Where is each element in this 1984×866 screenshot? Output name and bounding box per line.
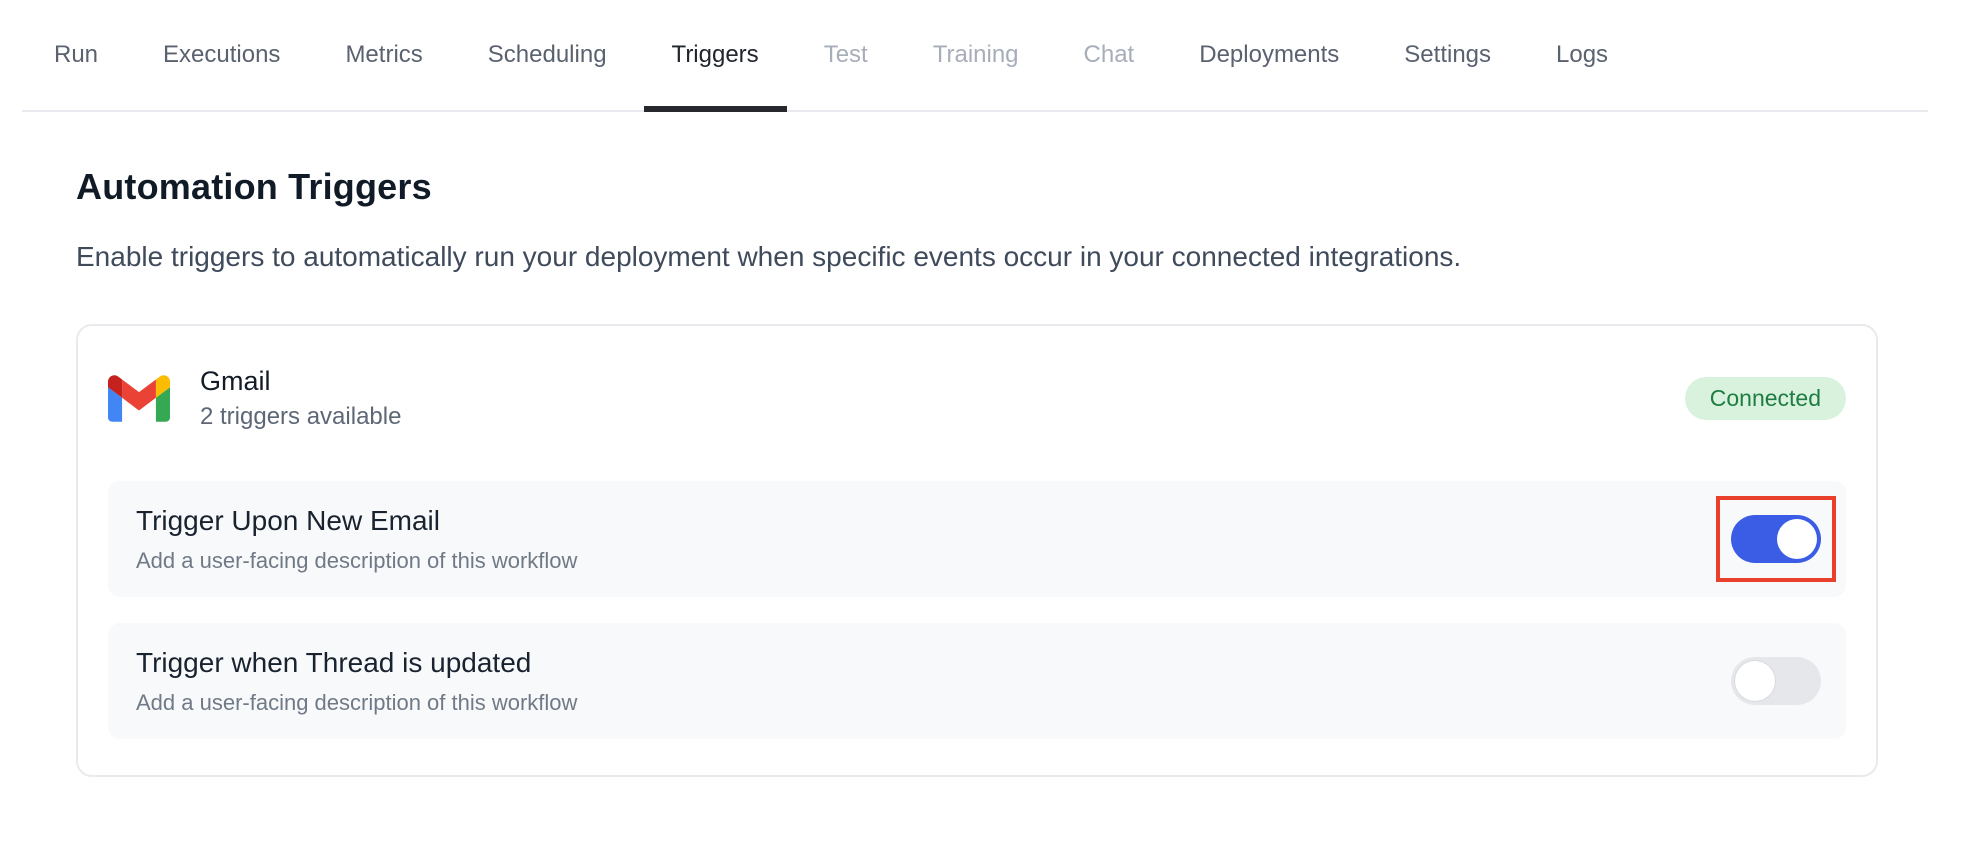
trigger-row: Trigger when Thread is updated Add a use… [108,623,1846,739]
tab-chat[interactable]: Chat [1084,0,1135,110]
integration-card-header: Gmail 2 triggers available Connected [108,366,1846,431]
trigger-texts: Trigger Upon New Email Add a user-facing… [136,503,577,575]
triggers-page: Automation Triggers Enable triggers to a… [0,166,1984,777]
tab-label: Logs [1556,41,1608,69]
gmail-icon [108,375,170,422]
tab-label: Test [824,41,868,69]
tab-label: Run [54,41,98,69]
trigger-list: Trigger Upon New Email Add a user-facing… [108,481,1846,739]
tab-triggers[interactable]: Triggers [672,0,759,110]
tab-metrics[interactable]: Metrics [345,0,422,110]
trigger-texts: Trigger when Thread is updated Add a use… [136,645,577,717]
tab-label: Scheduling [488,41,607,69]
annotation-highlight-box [1716,496,1836,582]
tab-label: Executions [163,41,280,69]
tab-logs[interactable]: Logs [1556,0,1608,110]
tab-settings[interactable]: Settings [1404,0,1491,110]
tab-label: Metrics [345,41,422,69]
trigger-title: Trigger Upon New Email [136,503,577,539]
toggle-knob [1777,519,1817,559]
page-description: Enable triggers to automatically run you… [76,241,1878,273]
integration-name: Gmail [200,366,401,397]
trigger-title: Trigger when Thread is updated [136,645,577,681]
trigger-description: Add a user-facing description of this wo… [136,689,577,717]
page-title: Automation Triggers [76,166,1878,208]
tab-label: Deployments [1199,41,1339,69]
tab-label: Settings [1404,41,1491,69]
toggle-switch[interactable] [1731,657,1821,705]
tab-executions[interactable]: Executions [163,0,280,110]
tab-scheduling[interactable]: Scheduling [488,0,607,110]
tab-run[interactable]: Run [54,0,98,110]
trigger-row: Trigger Upon New Email Add a user-facing… [108,481,1846,597]
tab-label: Chat [1084,41,1135,69]
tab-test[interactable]: Test [824,0,868,110]
tab-label: Triggers [672,41,759,69]
toggle-knob [1735,661,1775,701]
tab-label: Training [933,41,1019,69]
toggle-switch[interactable] [1731,515,1821,563]
tab-bar: Run Executions Metrics Scheduling Triggers Te… [22,0,1928,112]
trigger-description: Add a user-facing description of this wo… [136,547,577,575]
status-badge: Connected [1685,377,1846,420]
tab-deployments[interactable]: Deployments [1199,0,1339,110]
integration-card: Gmail 2 triggers available Connected Tri… [76,324,1878,777]
integration-subtitle: 2 triggers available [200,403,401,431]
tab-training[interactable]: Training [933,0,1019,110]
integration-titles: Gmail 2 triggers available [200,366,401,431]
